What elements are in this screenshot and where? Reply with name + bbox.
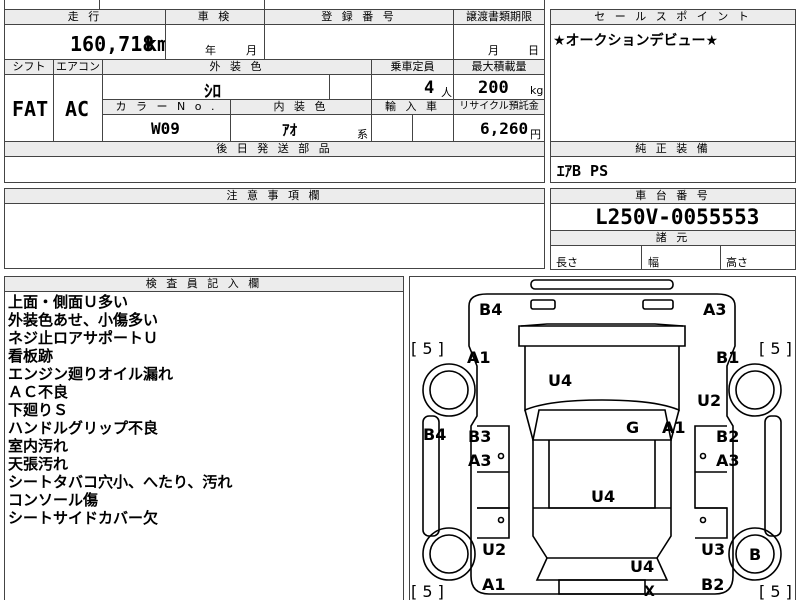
note-line: 天張汚れ: [8, 455, 69, 473]
note-line: 外装色あせ、小傷多い: [8, 311, 159, 329]
mark-front-right-top: A3: [703, 300, 727, 319]
mark-rl-bottom: A1: [482, 575, 506, 594]
inspection-year-label: 年: [205, 44, 216, 57]
color-no-header: カ ラ ー N o .: [102, 99, 231, 115]
mark-rl-fender: U2: [482, 540, 507, 559]
note-line: ハンドルグリップ不良: [8, 419, 159, 437]
max-load-value: 200: [478, 78, 509, 98]
mark-right-front-door-b: B2: [716, 427, 740, 446]
max-load-header: 最大積載量: [453, 59, 545, 75]
aircon-value: AC: [65, 97, 90, 121]
transfer-docs-header: 譲渡書類期限: [453, 9, 545, 25]
notes-header: 注 意 事 項 欄: [4, 188, 545, 204]
note-line: 看板跡: [8, 347, 54, 365]
exterior-color-header: 外 装 色: [102, 59, 372, 75]
max-load-unit: kg: [530, 84, 544, 97]
color-no-value: W09: [151, 119, 180, 138]
mark-rear: U4: [630, 557, 655, 576]
import-cell-a: [371, 114, 413, 142]
tire-tread-rear-right: [ 5 ]: [759, 582, 792, 600]
mark-hood: U4: [548, 371, 573, 390]
mark-left-mirror: B4: [423, 425, 447, 444]
shift-value: FAT: [12, 97, 49, 121]
registration-header: 登 録 番 号: [264, 9, 454, 25]
length-label: 長さ: [556, 256, 578, 269]
transfer-month-label: 月: [488, 44, 499, 57]
registration-cell: [264, 24, 454, 60]
interior-color-value: ｱｵ: [282, 121, 298, 139]
inspector-notes-header: 検 査 員 記 入 欄: [4, 276, 404, 292]
recycle-value: 6,260: [480, 119, 529, 138]
interior-color-suffix: 系: [357, 128, 368, 141]
capacity-header: 乗車定員: [371, 59, 454, 75]
note-line: ＡＣ不良: [8, 383, 69, 401]
note-line: 室内汚れ: [8, 437, 69, 455]
mark-fr-fender-rear: U2: [697, 391, 722, 410]
oem-equipment-value: ｴｱB PS: [557, 162, 609, 180]
capacity-value: 4: [424, 78, 435, 98]
recycle-header: リサイクル預託金: [453, 99, 545, 115]
later-parts-header: 後 日 発 送 部 品: [4, 141, 545, 157]
sales-point-text: ★オークションデビュー★: [553, 33, 719, 49]
note-line: コンソール傷: [8, 491, 99, 509]
tire-tread-value: 5: [770, 339, 781, 358]
interior-color-cell: [230, 114, 372, 142]
width-label: 幅: [648, 256, 659, 269]
recycle-unit: 円: [530, 128, 541, 141]
interior-color-header: 内 装 色: [230, 99, 372, 115]
top-strip-right: [264, 0, 545, 10]
mark-fr-fender: B1: [716, 348, 740, 367]
note-line: 上面・側面Ｕ多い: [8, 293, 129, 311]
mark-right-pillar: A1: [662, 418, 686, 437]
exterior-color-cell-b: [329, 74, 372, 100]
mileage-header: 走 行: [4, 9, 166, 25]
note-line: シートサイドカバー欠: [8, 509, 159, 527]
dimensions-header: 諸 元: [550, 230, 796, 246]
tire-tread-rear-left: [ 5 ]: [411, 582, 444, 600]
mileage-value: 160,718: [70, 32, 155, 56]
inspector-notes-list: 上面・側面Ｕ多い 外装色あせ、小傷多い ネジ止ロアサポートＵ 看板跡 エンジン廻…: [8, 293, 232, 527]
mark-right-front-door-a: A3: [716, 451, 740, 470]
mark-left-front-door-a: A3: [468, 451, 492, 470]
mark-fl-fender: A1: [467, 348, 491, 367]
top-strip-mid: [99, 0, 265, 10]
tire-tread-front-right: [ 5 ]: [759, 339, 792, 358]
oem-equipment-header: 純 正 装 備: [550, 141, 796, 157]
mark-roof: U4: [591, 487, 616, 506]
later-parts-cell: [4, 156, 545, 183]
mark-rr-fender: U3: [701, 540, 726, 559]
sales-point-header: セ ー ル ス ポ イ ン ト: [550, 9, 796, 25]
chassis-no-value: L250V-0055553: [595, 205, 760, 229]
note-line: ネジ止ロアサポートＵ: [8, 329, 159, 347]
aircon-header: エアコン: [53, 59, 103, 75]
mark-rr-wheel: B: [749, 545, 762, 564]
mark-windshield: G: [626, 418, 640, 437]
note-line: シートタバコ穴小、へたり、汚れ: [8, 473, 233, 491]
mark-left-front-door-b: B3: [468, 427, 492, 446]
note-line: 下廻りＳ: [8, 401, 69, 419]
note-line: エンジン廻りオイル漏れ: [8, 365, 174, 383]
height-label: 高さ: [726, 256, 748, 269]
tire-tread-front-left: [ 5 ]: [411, 339, 444, 358]
tire-tread-value: 5: [770, 582, 781, 600]
mark-front-left-top: B4: [479, 300, 503, 319]
mark-rr-bottom: B2: [701, 575, 725, 594]
notes-cell: [4, 203, 545, 269]
tire-tread-value: 5: [422, 339, 433, 358]
tire-tread-value: 5: [422, 582, 433, 600]
capacity-unit: 人: [441, 86, 452, 99]
import-header: 輸 入 車: [371, 99, 454, 115]
shift-header: シフト: [4, 59, 54, 75]
mark-tailgate: X: [644, 584, 655, 600]
import-cell-b: [412, 114, 454, 142]
top-strip-left: [4, 0, 100, 10]
inspection-header: 車 検: [165, 9, 265, 25]
transfer-day-label: 日: [528, 44, 539, 57]
inspection-month-label: 月: [246, 44, 257, 57]
chassis-no-header: 車 台 番 号: [550, 188, 796, 204]
